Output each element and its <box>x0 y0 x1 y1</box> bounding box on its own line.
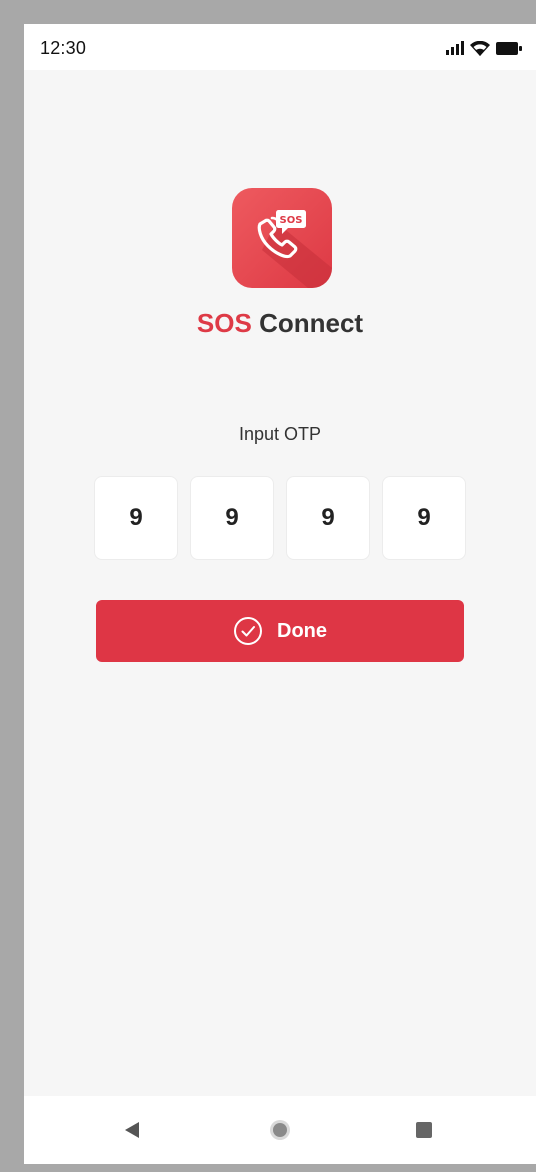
status-icons <box>446 40 522 56</box>
phone-screen: 12:30 SOS SOS Connect Input OTP 9 9 9 9 … <box>24 24 536 1164</box>
done-button-label: Done <box>277 619 327 642</box>
app-logo: SOS <box>232 188 332 288</box>
battery-icon <box>496 41 522 55</box>
app-name-rest: Connect <box>251 308 364 338</box>
app-name: SOS Connect <box>24 308 536 339</box>
back-icon[interactable] <box>120 1118 144 1142</box>
home-icon[interactable] <box>268 1118 292 1142</box>
phone-sos-icon: SOS <box>257 210 306 259</box>
navigation-bar <box>24 1096 536 1164</box>
otp-label: Input OTP <box>238 424 322 444</box>
app-name-brand: SOS <box>196 308 252 338</box>
signal-icon <box>446 41 464 55</box>
otp-digit-4[interactable]: 9 <box>382 476 466 560</box>
check-circle-icon <box>233 616 263 646</box>
status-time: 12:30 <box>40 38 87 58</box>
otp-input-group: 9 9 9 9 <box>94 476 466 562</box>
otp-digit-2[interactable]: 9 <box>190 476 274 560</box>
wifi-icon <box>470 40 490 56</box>
status-bar: 12:30 <box>24 24 536 70</box>
otp-digit-1[interactable]: 9 <box>94 476 178 560</box>
done-button[interactable]: Done <box>96 600 464 662</box>
otp-digit-3[interactable]: 9 <box>286 476 370 560</box>
recents-icon[interactable] <box>412 1118 436 1142</box>
svg-text:SOS: SOS <box>280 215 303 226</box>
